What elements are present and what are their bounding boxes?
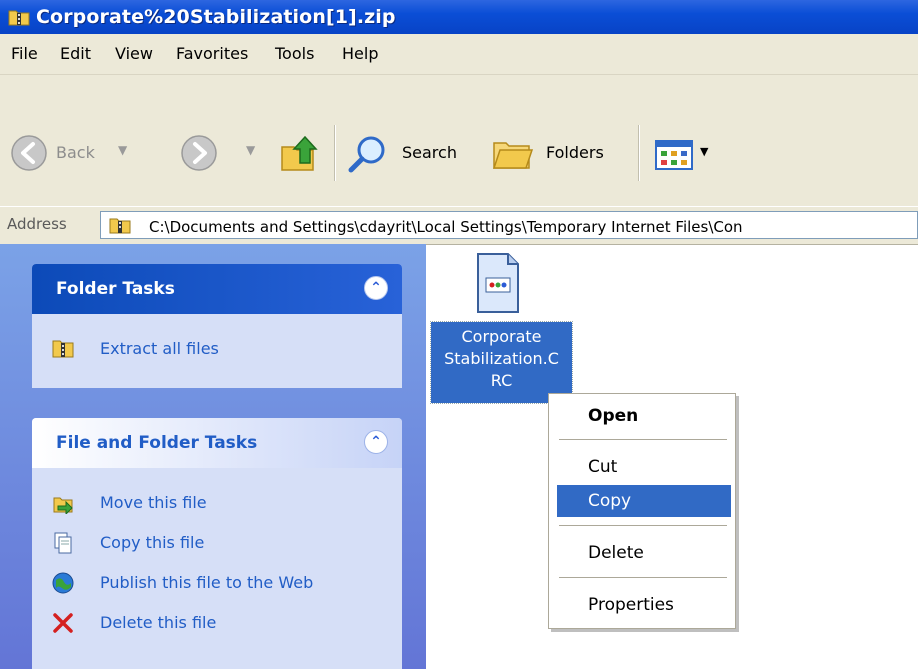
context-menu-delete[interactable]: Delete: [557, 537, 731, 569]
context-menu-separator: [559, 577, 727, 578]
folder-tasks-title: Folder Tasks: [56, 279, 175, 299]
zip-folder-icon: [52, 338, 74, 360]
collapse-chevron-icon[interactable]: ⌃: [364, 276, 388, 300]
window-title: Corporate%20Stabilization[1].zip: [36, 6, 396, 28]
back-dropdown-icon: ▼: [118, 143, 128, 157]
forward-button[interactable]: ▼: [170, 131, 270, 177]
file-name-line: RC: [490, 371, 513, 390]
toolbar-separator: [334, 125, 335, 181]
views-icon: [654, 137, 694, 177]
context-menu-copy[interactable]: Copy: [557, 485, 731, 517]
file-icon[interactable]: [474, 252, 522, 314]
toolbar: Back ▼ ▼ Search Folders ▼: [0, 75, 918, 206]
forward-dropdown-icon: ▼: [246, 143, 256, 157]
collapse-chevron-icon[interactable]: ⌃: [364, 430, 388, 454]
publish-web-icon: [52, 572, 74, 594]
views-button[interactable]: ▼: [650, 135, 722, 175]
copy-file-icon: [52, 532, 74, 554]
menu-help[interactable]: Help: [342, 34, 378, 74]
move-file-label: Move this file: [100, 493, 207, 512]
file-name-label[interactable]: Corporate Stabilization.C RC: [430, 321, 573, 404]
context-menu-separator: [559, 525, 727, 526]
menu-bar: File Edit View Favorites Tools Help: [0, 34, 918, 75]
zip-folder-icon: [109, 216, 131, 238]
zip-folder-icon: [8, 8, 30, 30]
address-input[interactable]: C:\Documents and Settings\cdayrit\Local …: [100, 211, 918, 239]
file-folder-tasks-panel: File and Folder Tasks ⌃ Move this file C…: [32, 418, 402, 669]
context-menu-properties[interactable]: Properties: [557, 589, 731, 621]
menu-view[interactable]: View: [115, 34, 153, 74]
context-menu-cut[interactable]: Cut: [557, 451, 731, 483]
menu-favorites[interactable]: Favorites: [176, 34, 248, 74]
folders-button[interactable]: Folders: [488, 131, 628, 177]
back-arrow-icon: [10, 134, 48, 176]
file-name-line: Stabilization.C: [444, 349, 559, 368]
up-folder-icon: [278, 133, 320, 179]
back-label: Back: [56, 143, 95, 162]
publish-web-label: Publish this file to the Web: [100, 573, 314, 592]
context-menu-separator: [559, 439, 727, 440]
folder-tasks-panel: Folder Tasks ⌃ Extract all files: [32, 264, 402, 388]
forward-arrow-icon: [180, 134, 218, 176]
toolbar-separator-2: [638, 125, 639, 181]
folders-label: Folders: [546, 143, 604, 162]
menu-edit[interactable]: Edit: [60, 34, 91, 74]
move-file-icon: [52, 492, 74, 516]
folders-icon: [490, 135, 538, 177]
file-name-line: Corporate: [461, 327, 542, 346]
task-pane: Folder Tasks ⌃ Extract all files File an…: [0, 244, 426, 669]
address-bar: Address C:\Documents and Settings\cdayri…: [0, 206, 918, 245]
delete-file-label: Delete this file: [100, 613, 217, 632]
up-folder-button[interactable]: [276, 131, 326, 177]
menu-tools[interactable]: Tools: [275, 34, 314, 74]
views-dropdown-icon: ▼: [700, 145, 709, 158]
menu-file[interactable]: File: [11, 34, 38, 74]
file-folder-tasks-header[interactable]: File and Folder Tasks ⌃: [32, 418, 402, 468]
address-label: Address: [7, 215, 67, 233]
delete-icon: [52, 612, 74, 634]
extract-all-label: Extract all files: [100, 339, 219, 358]
context-menu-open[interactable]: Open: [557, 400, 731, 432]
back-button[interactable]: Back ▼: [6, 131, 156, 177]
file-folder-tasks-title: File and Folder Tasks: [56, 433, 258, 453]
address-value: C:\Documents and Settings\cdayrit\Local …: [149, 218, 743, 236]
title-bar[interactable]: Corporate%20Stabilization[1].zip: [0, 0, 918, 34]
search-button[interactable]: Search: [344, 131, 476, 177]
search-label: Search: [402, 143, 457, 162]
search-icon: [346, 134, 388, 180]
copy-file-label: Copy this file: [100, 533, 205, 552]
folder-tasks-header[interactable]: Folder Tasks ⌃: [32, 264, 402, 314]
context-menu: Open Cut Copy Delete Properties: [548, 393, 736, 629]
